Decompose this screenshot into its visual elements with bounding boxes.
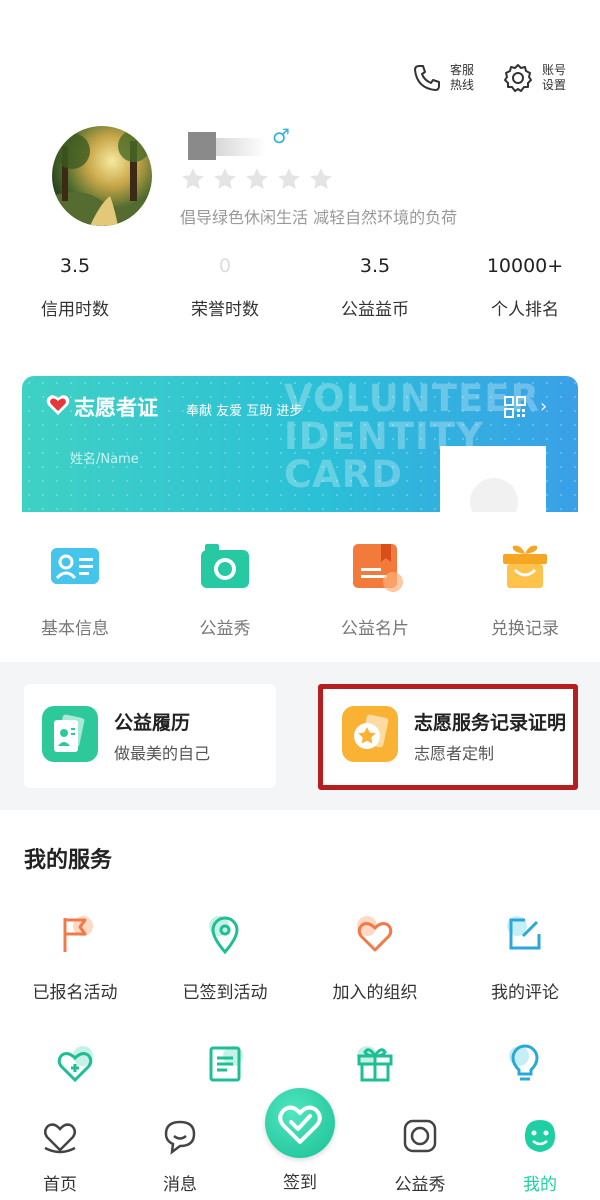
hotline-label: 客服 热线 — [450, 63, 475, 92]
card-name-label: 姓名/Name — [70, 452, 139, 467]
quick-label: 基本信息 — [41, 619, 109, 639]
star-icon — [246, 168, 268, 189]
location-pin-icon — [209, 916, 239, 955]
gender-male-icon: ♂ — [272, 124, 290, 148]
rating-stars — [180, 166, 334, 192]
service-my-comments[interactable]: 我的评论 — [450, 912, 600, 1042]
avatar-image — [52, 126, 152, 226]
quick-basic-info[interactable]: 基本信息 — [0, 512, 150, 662]
document-icon — [209, 1046, 243, 1082]
card-title: 志愿者证 — [74, 395, 158, 420]
account-settings-button[interactable]: 账号 设置 — [502, 62, 572, 94]
stat-value: 0 — [218, 255, 232, 277]
gear-icon — [504, 64, 532, 92]
star-icon — [182, 168, 204, 189]
lightbulb-icon — [509, 1044, 539, 1081]
nav-label: 首页 — [43, 1175, 77, 1195]
smiley-icon — [524, 1120, 556, 1152]
profile-motto: 倡导绿色休闲生活 减轻自然环境的负荷 — [180, 208, 458, 227]
hotline-button[interactable]: 客服 热线 — [412, 63, 480, 93]
nav-label: 公益秀 — [394, 1175, 446, 1195]
star-icon — [310, 168, 332, 189]
heart-icon — [357, 916, 393, 952]
service-label: 加入的组织 — [332, 983, 418, 1003]
flag-icon — [63, 916, 93, 952]
stat-honor-hours[interactable]: 0 荣誉时数 — [150, 255, 300, 320]
banner-title: 公益履历 — [114, 712, 191, 734]
checkin-heart-icon — [278, 1105, 322, 1144]
service-label: 已报名活动 — [32, 983, 118, 1003]
service-label: 我的评论 — [491, 983, 559, 1003]
service-joined-organizations[interactable]: 加入的组织 — [300, 912, 450, 1042]
quick-exchange-records[interactable]: 兑换记录 — [450, 512, 600, 662]
camera-icon — [201, 544, 249, 588]
nav-checkin-label: 签到 — [283, 1173, 317, 1193]
heart-plus-icon — [57, 1046, 93, 1083]
highlight-box — [318, 684, 578, 790]
service-registered-activities[interactable]: 已报名活动 — [0, 912, 150, 1042]
stat-label: 公益益币 — [341, 300, 409, 320]
charity-resume-banner[interactable]: 公益履历 做最美的自己 — [24, 684, 276, 788]
checkin-button[interactable] — [265, 1088, 335, 1158]
header-actions: 客服 热线 账号 设置 — [412, 62, 572, 94]
stat-label: 信用时数 — [41, 300, 109, 320]
quick-actions: 基本信息 公益秀 公益名片 兑换记录 — [0, 512, 600, 662]
nav-charity-show[interactable]: 公益秀 — [360, 1108, 480, 1200]
nav-mine[interactable]: 我的 — [480, 1108, 600, 1200]
quick-charity-show[interactable]: 公益秀 — [150, 512, 300, 662]
service-label: 已签到活动 — [182, 983, 268, 1003]
stat-charity-coins[interactable]: 3.5 公益益币 — [300, 255, 450, 320]
banner-subtitle: 做最美的自己 — [114, 744, 211, 763]
card-slogan: 奉献 友爱 互助 进步 — [186, 404, 303, 419]
service-checked-in-activities[interactable]: 已签到活动 — [150, 912, 300, 1042]
stat-personal-rank[interactable]: 10000+ 个人排名 — [450, 255, 600, 320]
camera-icon — [403, 1119, 437, 1153]
section-title-my-services: 我的服务 — [24, 848, 113, 873]
message-icon — [164, 1120, 196, 1155]
stat-value: 3.5 — [59, 255, 91, 277]
nav-label: 我的 — [523, 1175, 557, 1195]
gift-icon — [357, 1046, 393, 1082]
star-icon — [278, 168, 300, 189]
edit-icon — [507, 916, 541, 950]
stat-value: 3.5 — [359, 255, 391, 277]
avatar[interactable] — [52, 126, 152, 226]
star-icon — [214, 168, 236, 189]
settings-label: 账号 设置 — [542, 63, 567, 92]
stat-value: 10000+ — [486, 255, 564, 277]
quick-label: 公益秀 — [199, 619, 251, 639]
nav-label: 消息 — [163, 1175, 197, 1195]
username-blur — [216, 138, 266, 156]
chevron-right-icon[interactable]: › — [540, 396, 547, 417]
stat-label: 个人排名 — [491, 300, 559, 320]
quick-label: 兑换记录 — [491, 619, 559, 639]
nav-home[interactable]: 首页 — [0, 1108, 120, 1200]
heart-logo-icon — [46, 395, 70, 415]
nav-messages[interactable]: 消息 — [120, 1108, 240, 1200]
qr-code-icon[interactable] — [504, 396, 526, 418]
stat-credit-hours[interactable]: 3.5 信用时数 — [0, 255, 150, 320]
username-redacted — [188, 132, 216, 160]
stat-label: 荣誉时数 — [191, 300, 259, 320]
home-heart-icon — [44, 1123, 76, 1154]
id-card-icon — [51, 548, 99, 584]
resume-icon — [42, 706, 98, 762]
card-icon — [353, 544, 403, 592]
phone-icon — [414, 65, 440, 91]
gift-box-icon — [503, 545, 547, 588]
volunteer-id-card[interactable]: VOLUNTEER IDENTITY CARD 志愿者证 奉献 友爱 互助 进步… — [22, 376, 578, 526]
stats-row: 3.5 信用时数 0 荣誉时数 3.5 公益益币 10000+ 个人排名 — [0, 255, 600, 320]
quick-charity-card[interactable]: 公益名片 — [300, 512, 450, 662]
quick-label: 公益名片 — [341, 619, 409, 639]
